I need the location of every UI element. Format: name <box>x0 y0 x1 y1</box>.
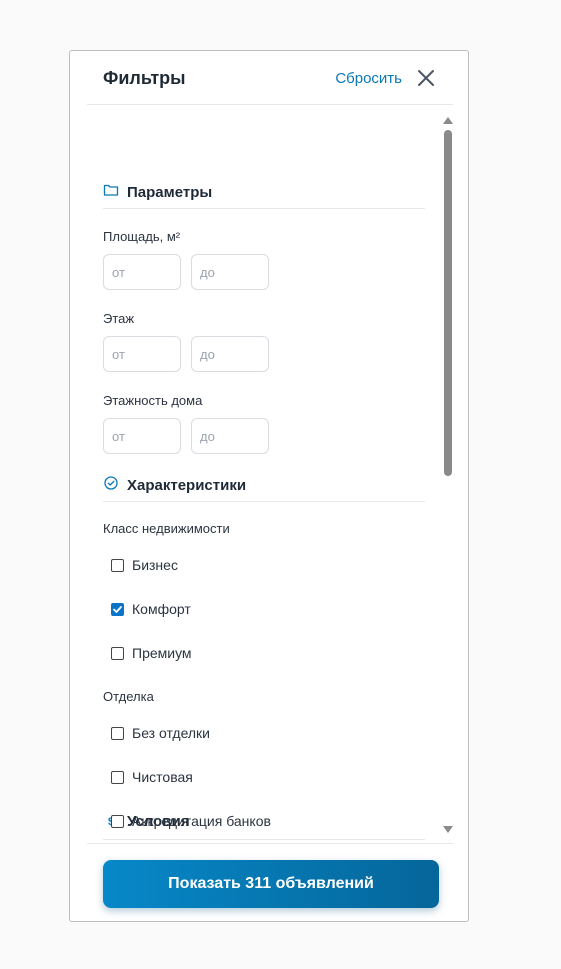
checkbox-box-checked[interactable] <box>111 602 124 616</box>
floor-from-input[interactable]: от <box>103 336 181 372</box>
floors-total-from-input[interactable]: от <box>103 418 181 454</box>
checkbox-bank-accreditation[interactable]: Аккредитация банков <box>111 813 271 829</box>
checkbox-box[interactable] <box>111 646 124 660</box>
checkbox-no-finish[interactable]: Без отделки <box>111 725 210 741</box>
checkbox-label: Комфорт <box>132 601 191 617</box>
checkbox-box[interactable] <box>111 726 124 740</box>
checkbox-clean-finish[interactable]: Чистовая <box>111 769 193 785</box>
property-class-label: Класс недвижимости <box>103 521 230 536</box>
section-divider <box>103 839 425 840</box>
show-results-button[interactable]: Показать 311 объявлений <box>103 860 439 908</box>
floor-to-input[interactable]: до <box>191 336 269 372</box>
filters-scroll-area[interactable]: Параметры Площадь, м² от до Этаж от до Э… <box>103 105 425 843</box>
checkbox-box[interactable] <box>111 770 124 784</box>
checkbox-label: Без отделки <box>132 725 211 741</box>
filters-panel: Фильтры Сбросить Параметры Площадь, м² о… <box>69 50 469 922</box>
checkbox-box[interactable] <box>111 558 124 572</box>
checkbox-label: Чистовая <box>132 769 193 785</box>
checkbox-business[interactable]: Бизнес <box>111 557 178 573</box>
section-divider <box>103 501 425 502</box>
scrollbar[interactable] <box>443 117 453 833</box>
floors-total-label: Этажность дома <box>103 393 203 408</box>
area-label: Площадь, м² <box>103 229 181 244</box>
checkbox-label: Премиум <box>132 645 192 661</box>
folder-icon <box>103 183 119 201</box>
checkbox-premium[interactable]: Премиум <box>111 645 192 661</box>
scrollbar-thumb[interactable] <box>444 130 452 476</box>
section-header-features: Характеристики <box>103 475 246 495</box>
scroll-down-arrow-icon[interactable] <box>443 826 453 833</box>
finish-label: Отделка <box>103 689 154 704</box>
check-circle-icon <box>103 475 119 495</box>
reset-button[interactable]: Сбросить <box>335 70 402 87</box>
section-header-params: Параметры <box>103 183 212 201</box>
area-to-input[interactable]: до <box>191 254 269 290</box>
checkbox-label: Бизнес <box>132 557 178 573</box>
section-title: Параметры <box>127 183 213 201</box>
checkbox-label: Аккредитация банков <box>132 813 271 829</box>
section-title: Характеристики <box>127 476 247 494</box>
section-divider <box>103 208 425 209</box>
scroll-up-arrow-icon[interactable] <box>443 117 453 124</box>
floor-label: Этаж <box>103 311 135 326</box>
close-icon[interactable] <box>417 69 435 87</box>
checkbox-box[interactable] <box>111 814 124 828</box>
area-from-input[interactable]: от <box>103 254 181 290</box>
floors-total-to-input[interactable]: до <box>191 418 269 454</box>
panel-title: Фильтры <box>103 68 186 88</box>
footer-divider <box>87 843 453 844</box>
filters-header: Фильтры Сбросить <box>70 51 468 105</box>
checkbox-comfort[interactable]: Комфорт <box>111 601 191 617</box>
